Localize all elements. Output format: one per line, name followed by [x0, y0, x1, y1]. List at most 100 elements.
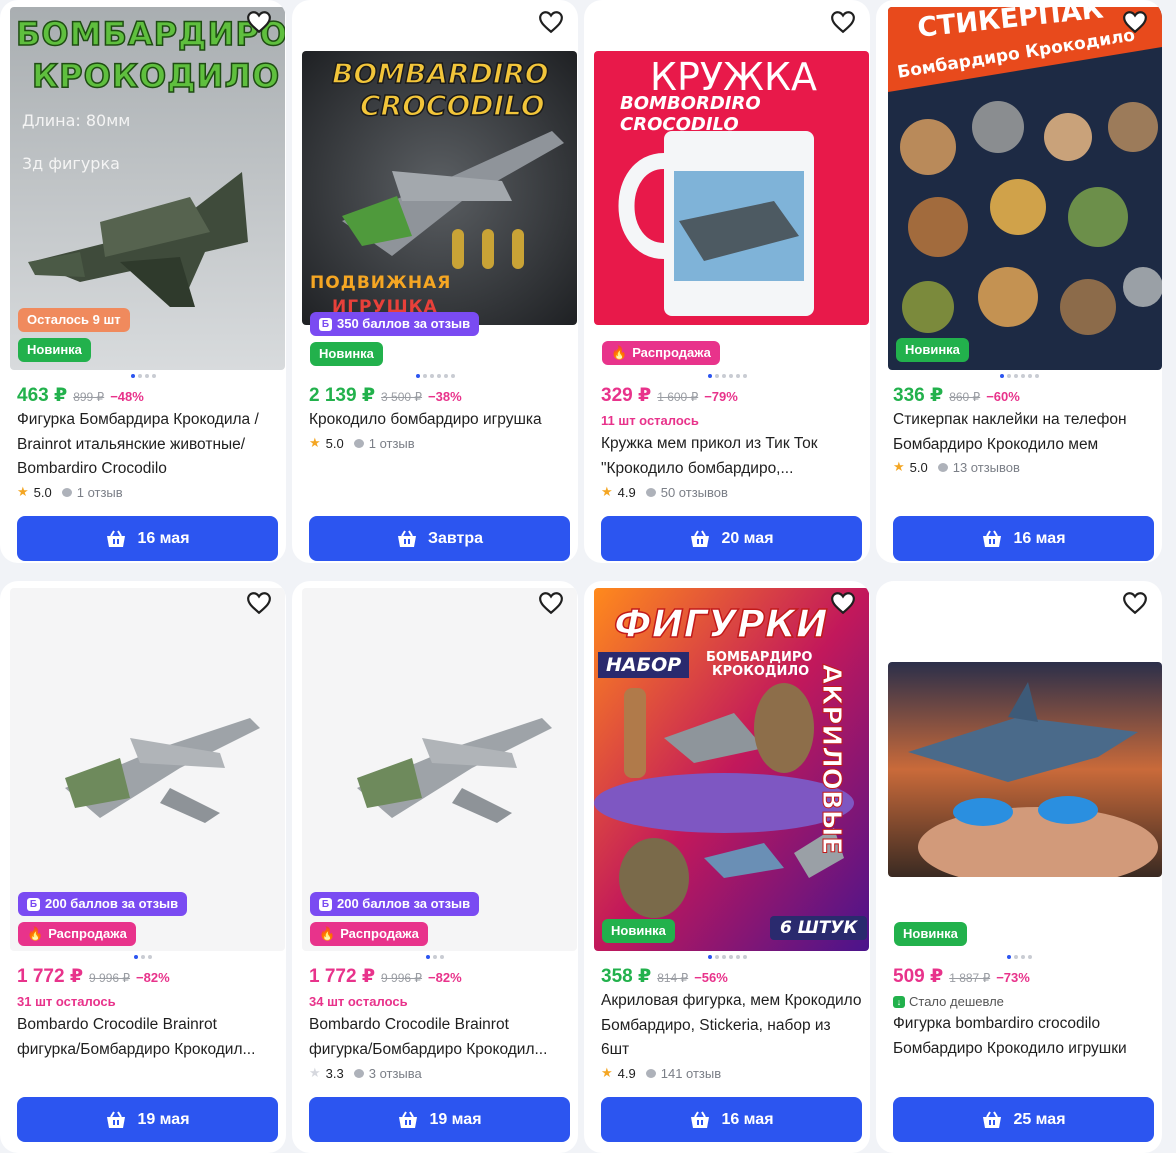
- image-caption: 3д фигурка: [22, 154, 120, 173]
- product-card[interactable]: Новинка 509 ₽ 1 887 ₽ −73% ↓ Стало дешев…: [876, 581, 1162, 1153]
- discount: −79%: [704, 389, 738, 404]
- heart-outline-icon[interactable]: [538, 10, 564, 34]
- price-row: 336 ₽ 860 ₽ −60%: [893, 384, 1020, 407]
- product-card[interactable]: БОМБАРДИРО КРОКОДИЛО Длина: 80мм 3д фигу…: [0, 0, 286, 563]
- price: 1 772 ₽: [17, 966, 84, 987]
- badges: Б 200 баллов за отзыв 🔥 Распродажа: [310, 892, 480, 946]
- speech-bubble-icon: [645, 487, 656, 497]
- old-price: 1 887 ₽: [949, 971, 991, 985]
- old-price: 1 600 ₽: [657, 390, 699, 404]
- new-badge: Новинка: [602, 919, 675, 943]
- old-price: 899 ₽: [73, 390, 105, 404]
- product-card[interactable]: СТИКЕРПАК Бомбардиро Крокодило Новинка 3…: [876, 0, 1162, 563]
- product-title[interactable]: Стикерпак наклейки на телефон Бомбардиро…: [893, 408, 1155, 457]
- add-to-cart-button[interactable]: 16 мая: [893, 516, 1154, 561]
- discount: −82%: [136, 970, 170, 985]
- new-badge: Новинка: [18, 338, 91, 362]
- heart-outline-icon[interactable]: [1122, 591, 1148, 615]
- product-card[interactable]: КРУЖКА BOMBORDIRO CROCODILO 🔥 Распродажа …: [584, 0, 870, 563]
- price-row: 2 139 ₽ 3 500 ₽ −38%: [309, 384, 462, 407]
- reviews-count: 50 отзывов: [660, 484, 728, 500]
- bonus-badge: Б 200 баллов за отзыв: [18, 892, 188, 916]
- product-title[interactable]: Крокодило бомбардиро игрушка: [309, 408, 571, 433]
- product-image[interactable]: [888, 662, 1162, 877]
- price-down-icon: ↓: [893, 995, 905, 1008]
- new-badge: Новинка: [896, 338, 969, 362]
- price: 509 ₽: [893, 966, 944, 987]
- sale-badge: 🔥 Распродажа: [602, 341, 720, 365]
- product-title[interactable]: Фигурка bombardiro crocodilo Бомбардиро …: [893, 1012, 1155, 1061]
- price: 2 139 ₽: [309, 385, 376, 406]
- product-card[interactable]: BOMBARDIRO CROCODILO ПОДВИЖНАЯ ИГРУШКА Б…: [292, 0, 578, 563]
- heart-outline-icon[interactable]: [246, 10, 272, 34]
- price-dropped-note: ↓ Стало дешевле: [893, 994, 1004, 1009]
- add-to-cart-button[interactable]: 16 мая: [17, 516, 278, 561]
- price: 358 ₽: [601, 966, 652, 987]
- basket-icon: [983, 529, 1002, 547]
- add-to-cart-button[interactable]: 19 мая: [17, 1097, 278, 1142]
- product-image[interactable]: ФИГУРКИ НАБОР БОМБАРДИРО КРОКОДИЛО АКРИЛ…: [594, 588, 869, 951]
- image-caption: КРОКОДИЛО: [712, 664, 810, 679]
- badges: Б 350 баллов за отзыв Новинка: [310, 312, 480, 366]
- bonus-b-icon: Б: [319, 897, 332, 911]
- add-to-cart-button[interactable]: 25 мая: [893, 1097, 1154, 1142]
- add-to-cart-button[interactable]: 19 мая: [309, 1097, 570, 1142]
- reviews-count: 1 отзыв: [76, 484, 123, 500]
- heart-outline-icon[interactable]: [538, 591, 564, 615]
- product-title[interactable]: Акриловая фигурка, мем Крокодило Бомбард…: [601, 989, 863, 1063]
- badges: Б 200 баллов за отзыв 🔥 Распродажа: [18, 892, 188, 946]
- stock-left: 31 шт осталось: [17, 994, 116, 1009]
- product-card[interactable]: Б 200 баллов за отзыв 🔥 Распродажа 1 772 ₽…: [292, 581, 578, 1153]
- rating: ★ 3.3 3 отзыва: [309, 1065, 422, 1081]
- rating-value: 3.3: [325, 1065, 344, 1081]
- heart-outline-icon[interactable]: [830, 591, 856, 615]
- image-caption: CROCODILO: [359, 88, 545, 123]
- old-price: 814 ₽: [657, 971, 689, 985]
- badges: Новинка: [896, 338, 969, 362]
- price-row: 358 ₽ 814 ₽ −56%: [601, 965, 728, 988]
- heart-outline-icon[interactable]: [830, 10, 856, 34]
- star-icon: ★: [601, 484, 613, 499]
- image-caption: BOMBARDIRO: [331, 56, 549, 91]
- sale-text: Распродажа: [48, 926, 127, 941]
- basket-icon: [397, 529, 416, 547]
- product-title[interactable]: Bombardo Crocodile Brainrot фигурка/Бомб…: [309, 1013, 571, 1062]
- image-pagination-dots: [584, 374, 870, 378]
- bonus-text: 350 баллов за отзыв: [337, 316, 471, 331]
- basket-icon: [107, 529, 126, 547]
- sale-text: Распродажа: [632, 345, 711, 360]
- basket-icon: [399, 1110, 418, 1128]
- basket-icon: [691, 529, 710, 547]
- delivery-date: 16 мая: [721, 1110, 774, 1128]
- price-row: 1 772 ₽ 9 996 ₽ −82%: [309, 965, 462, 988]
- add-to-cart-button[interactable]: 16 мая: [601, 1097, 862, 1142]
- star-icon: ★: [309, 1065, 321, 1080]
- product-title[interactable]: Фигурка Бомбардира Крокодила / Brainrot …: [17, 408, 279, 482]
- star-icon: ★: [17, 484, 29, 499]
- add-to-cart-button[interactable]: Завтра: [309, 516, 570, 561]
- heart-outline-icon[interactable]: [1122, 10, 1148, 34]
- fire-icon: 🔥: [27, 926, 44, 941]
- star-icon: ★: [893, 459, 905, 474]
- heart-outline-icon[interactable]: [246, 591, 272, 615]
- speech-bubble-icon: [937, 462, 948, 472]
- price-dropped-text: Стало дешевле: [909, 994, 1004, 1009]
- product-title[interactable]: Кружка мем прикол из Тик Ток "Крокодило …: [601, 432, 863, 481]
- new-badge: Новинка: [894, 922, 967, 946]
- image-caption: BOMBORDIRO CROCODILO: [620, 93, 761, 135]
- product-card[interactable]: Б 200 баллов за отзыв 🔥 Распродажа 1 772 ₽…: [0, 581, 286, 1153]
- product-image[interactable]: БОМБАРДИРО КРОКОДИЛО Длина: 80мм 3д фигу…: [10, 7, 285, 370]
- product-image[interactable]: КРУЖКА BOMBORDIRO CROCODILO: [594, 51, 869, 325]
- rating: ★ 4.9 50 отзывов: [601, 484, 728, 500]
- product-image[interactable]: BOMBARDIRO CROCODILO ПОДВИЖНАЯ ИГРУШКА: [302, 51, 577, 325]
- stock-left: 11 шт осталось: [601, 413, 699, 428]
- product-card[interactable]: ФИГУРКИ НАБОР БОМБАРДИРО КРОКОДИЛО АКРИЛ…: [584, 581, 870, 1153]
- delivery-date: 19 мая: [137, 1110, 190, 1128]
- add-to-cart-button[interactable]: 20 мая: [601, 516, 862, 561]
- product-image[interactable]: СТИКЕРПАК Бомбардиро Крокодило Новинка: [888, 7, 1162, 370]
- price-row: 329 ₽ 1 600 ₽ −79%: [601, 384, 738, 407]
- product-title[interactable]: Bombardo Crocodile Brainrot фигурка/Бомб…: [17, 1013, 279, 1062]
- image-caption: БОМБАРДИРО: [15, 14, 285, 54]
- image-pagination-dots: [292, 955, 578, 959]
- sale-badge: 🔥 Распродажа: [310, 922, 428, 946]
